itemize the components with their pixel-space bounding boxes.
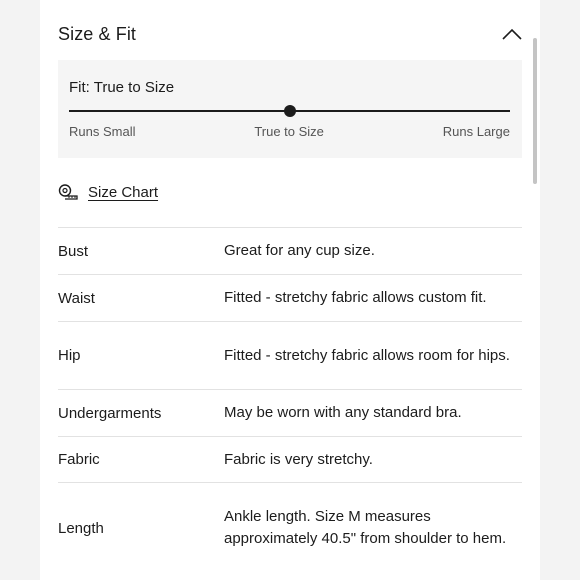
fit-title: Fit: True to Size xyxy=(69,79,175,96)
fit-scale-label-large: Runs Large xyxy=(442,124,510,139)
table-row: Hip Fitted - stretchy fabric allows room… xyxy=(58,322,522,390)
size-chart-link[interactable]: Size Chart xyxy=(58,180,158,204)
table-row: Bust Great for any cup size. xyxy=(58,228,522,275)
section-title: Size & Fit xyxy=(58,23,137,44)
fit-indicator xyxy=(283,105,296,117)
collapse-button[interactable] xyxy=(500,22,524,46)
table-row: Undergarments May be worn with any stand… xyxy=(58,390,522,437)
fit-scale-labels: Runs Small True to Size Runs Large xyxy=(69,124,510,139)
row-value: Fabric is very stretchy. xyxy=(224,450,373,468)
row-label: Waist xyxy=(58,289,95,307)
row-label: Length xyxy=(58,519,104,537)
table-row: Fabric Fabric is very stretchy. xyxy=(58,437,522,483)
row-value: Ankle length. Size M measures approximat… xyxy=(224,508,507,547)
size-fit-header[interactable]: Size & Fit xyxy=(58,18,524,50)
chevron-up-icon xyxy=(502,28,522,40)
row-value: May be worn with any standard bra. xyxy=(224,404,462,421)
fit-scale-label-true: True to Size xyxy=(254,124,324,139)
details-table: Bust Great for any cup size. Waist Fitte… xyxy=(58,227,522,573)
fit-scale-track xyxy=(69,105,510,117)
row-value: Fitted - stretchy fabric allows custom f… xyxy=(224,289,487,306)
size-fit-panel: Size & Fit Fit: True to Size Runs Small … xyxy=(40,0,540,580)
size-chart-label: Size Chart xyxy=(88,183,159,201)
measuring-tape-icon xyxy=(58,184,78,200)
row-label: Bust xyxy=(58,242,89,260)
row-label: Undergarments xyxy=(58,404,162,422)
table-row: Length Ankle length. Size M measures app… xyxy=(58,483,522,573)
row-label: Hip xyxy=(58,347,81,364)
row-label: Fabric xyxy=(58,451,100,468)
scrollbar[interactable] xyxy=(533,38,537,184)
row-value: Great for any cup size. xyxy=(224,242,375,259)
fit-box: Fit: True to Size Runs Small True to Siz… xyxy=(58,60,522,158)
fit-scale-label-small: Runs Small xyxy=(69,124,136,139)
row-value: Fitted - stretchy fabric allows room for… xyxy=(224,346,510,364)
table-row: Waist Fitted - stretchy fabric allows cu… xyxy=(58,275,522,322)
